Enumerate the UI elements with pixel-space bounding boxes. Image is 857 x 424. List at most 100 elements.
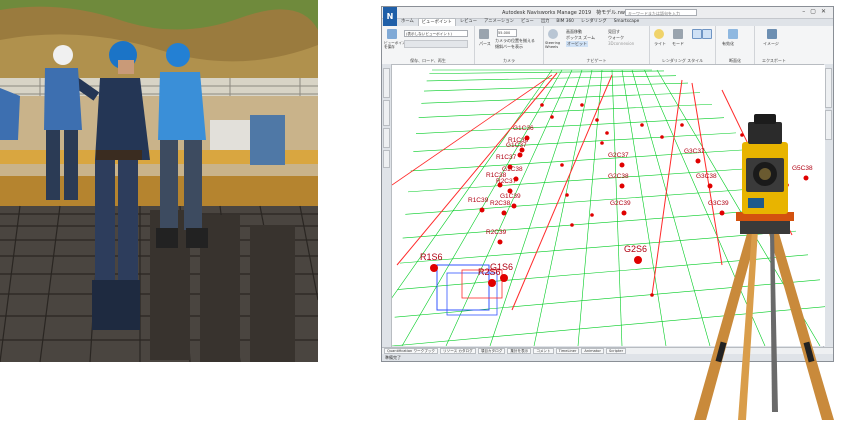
total-station-tripod-image [688, 112, 838, 420]
survey-point [511, 203, 517, 209]
tab-view[interactable]: ビュー [518, 18, 537, 26]
ribbon-group-camera: パース 55.000 カメラの位置を揃える 傾斜バーを表示 カメラ [475, 26, 544, 64]
survey-point-label: G2C37 [608, 152, 629, 159]
rebar-line [429, 70, 665, 74]
ribbon-group-navigate: Steering Wheels 画面移動 ボックス ズーム オービット 見回す … [544, 26, 650, 64]
steering-wheel-icon[interactable] [548, 29, 558, 39]
camera-icon[interactable] [387, 29, 397, 39]
show-tilt-bar-button[interactable]: 傾斜バーを表示 [495, 44, 523, 50]
rebar-line [392, 69, 553, 299]
group-label-camera: カメラ [503, 58, 515, 63]
lighting-button[interactable]: ライト [654, 41, 666, 47]
ribbon-panel: ビューポイント を保存 (表示しないビューポイント) 保存、ロード、再生 パース… [382, 26, 833, 65]
group-label-save-load: 保存、ロード、再生 [410, 58, 446, 63]
survey-point [517, 152, 523, 158]
lighting-icon[interactable] [654, 29, 664, 39]
survey-point-label: G1C36 [513, 125, 534, 132]
rebar-line [418, 103, 713, 118]
image-export-icon[interactable] [767, 29, 777, 39]
tab-viewpoint[interactable]: ビューポイント [417, 18, 456, 26]
survey-point [621, 210, 627, 216]
group-label-export: エクスポート [762, 58, 786, 63]
survey-point [430, 264, 438, 272]
survey-point-label: R1C37 [496, 154, 517, 161]
survey-point [550, 115, 554, 119]
status-text: 準備完了 [385, 355, 401, 360]
render-mode-button[interactable]: モード [672, 41, 684, 47]
perspective-label: パース [479, 41, 491, 46]
survey-point [488, 279, 496, 287]
survey-point-label: G2C39 [610, 200, 631, 207]
survey-point [570, 223, 574, 227]
ribbon-group-section: 有効化 断面化 [716, 26, 755, 64]
playback-controls[interactable] [404, 40, 468, 48]
steering-wheels-button[interactable]: Steering Wheels [545, 41, 560, 49]
lines-icon[interactable] [702, 29, 712, 39]
survey-point-label: R2C38 [490, 200, 511, 207]
surfaces-icon[interactable] [692, 29, 702, 39]
survey-point [660, 135, 664, 139]
tab-animation[interactable]: アニメーション [481, 18, 517, 26]
survey-point [640, 123, 644, 127]
ribbon-tabs: ホーム ビューポイント レビュー アニメーション ビュー 出力 BIM 360 … [398, 18, 642, 26]
group-label-navigate: ナビゲート [586, 58, 607, 63]
dock-tab-2[interactable] [383, 100, 390, 126]
ribbon-group-save-load: ビューポイント を保存 (表示しないビューポイント) 保存、ロード、再生 [382, 26, 475, 64]
window-controls[interactable]: –▢✕ [802, 8, 831, 15]
perspective-icon[interactable] [479, 29, 489, 39]
survey-point [524, 135, 530, 141]
survey-point-label: G2C38 [608, 173, 629, 180]
tab-bim360[interactable]: BIM 360 [553, 18, 577, 26]
survey-point [680, 123, 684, 127]
enable-sectioning-button[interactable]: 有効化 [722, 41, 734, 47]
survey-point [500, 274, 508, 282]
survey-point [501, 210, 507, 216]
survey-point-label: G1C37 [506, 142, 527, 149]
image-export-button[interactable]: イメージ [763, 41, 779, 47]
group-label-section: 断面化 [729, 58, 741, 63]
survey-point [513, 176, 519, 182]
fov-field[interactable]: 55.000 [497, 29, 517, 37]
ribbon-group-export: イメージ エクスポート [755, 26, 793, 64]
survey-point [595, 118, 599, 122]
survey-point [634, 256, 642, 264]
search-input[interactable]: キーワードまたは語句を入力 [625, 9, 697, 16]
sectioning-icon[interactable] [728, 29, 738, 39]
survey-point [600, 141, 604, 145]
tab-render[interactable]: レンダリング [578, 18, 610, 26]
3dconnexion-button[interactable]: 3Dconnexion [608, 41, 634, 46]
rebar-line [533, 69, 593, 346]
ribbon-group-render: ライト モード レンダリング スタイル [650, 26, 716, 64]
survey-point [580, 103, 584, 107]
survey-point-label: G1C39 [500, 193, 521, 200]
render-mode-icon[interactable] [673, 29, 683, 39]
survey-point [650, 293, 654, 297]
tab-output[interactable]: 出力 [538, 18, 553, 26]
survey-point [619, 183, 625, 189]
survey-point [560, 163, 564, 167]
beam-line [396, 72, 558, 266]
application-button[interactable]: N [383, 7, 397, 27]
survey-point [619, 162, 625, 168]
orbit-button[interactable]: オービット [566, 41, 588, 47]
dock-tab-right-1[interactable] [825, 68, 832, 108]
dock-tab-1[interactable] [383, 68, 390, 98]
construction-site-photo [0, 0, 318, 362]
dock-tab-4[interactable] [383, 150, 390, 168]
survey-point [590, 213, 594, 217]
beam-line [651, 79, 683, 296]
viewpoint-dropdown[interactable]: (表示しないビューポイント) [404, 30, 468, 37]
tab-review[interactable]: レビュー [457, 18, 480, 26]
beam-line [511, 74, 613, 311]
survey-point-label: R1S6 [420, 252, 443, 262]
survey-point-label: R2C39 [486, 229, 507, 236]
survey-point [565, 193, 569, 197]
survey-point-label: G1C38 [502, 166, 523, 173]
survey-point [497, 239, 503, 245]
rebar-line [611, 69, 623, 346]
dock-tab-3[interactable] [383, 128, 390, 148]
tab-smartscape[interactable]: Smartscape [611, 18, 643, 26]
tab-home[interactable]: ホーム [398, 18, 417, 26]
rebar-line [415, 117, 725, 135]
rebar-line [577, 69, 603, 346]
